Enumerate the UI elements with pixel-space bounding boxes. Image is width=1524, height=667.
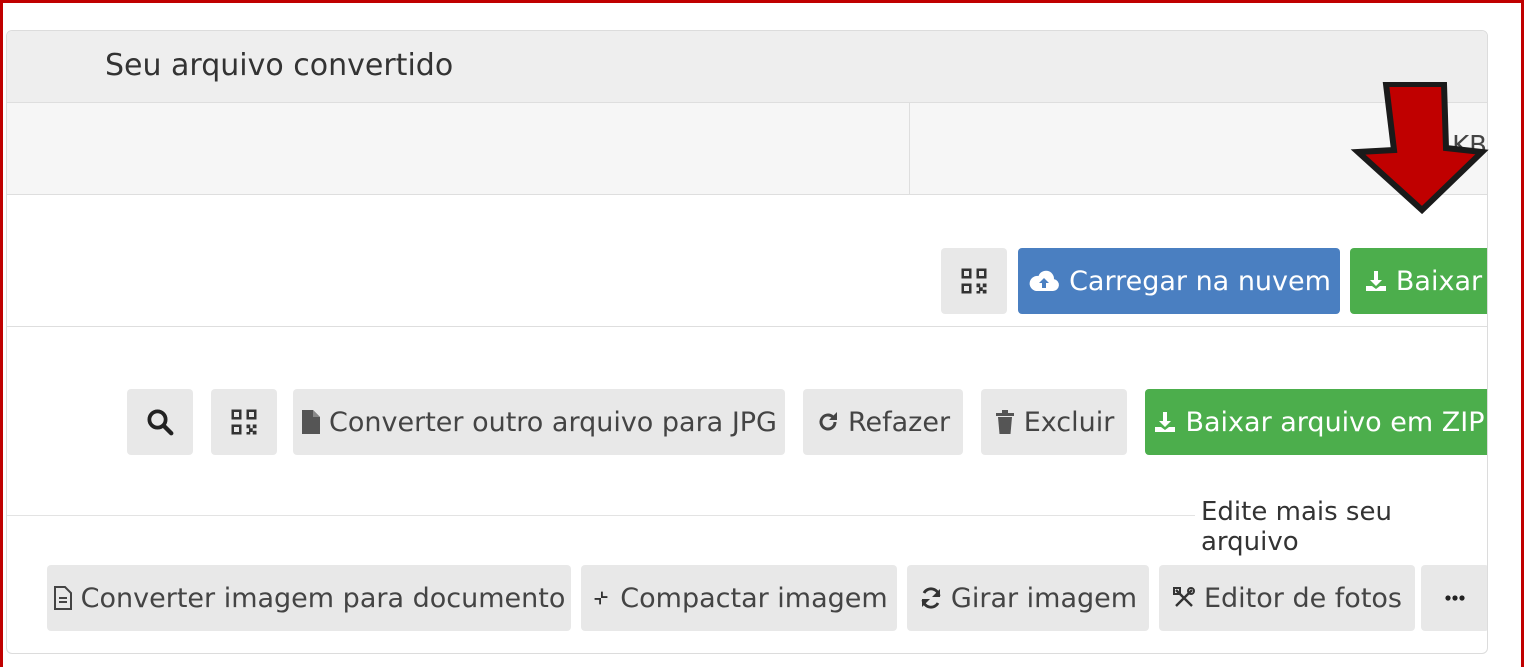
- column-divider: [909, 103, 910, 194]
- convert-other-file-label: Converter outro arquivo para JPG: [329, 406, 777, 438]
- more-tools-button[interactable]: [1421, 565, 1487, 631]
- qr-code-icon: [959, 266, 989, 296]
- document-icon: [53, 586, 73, 610]
- upload-to-cloud-button[interactable]: Carregar na nuvem: [1018, 248, 1340, 314]
- file-icon: [301, 410, 321, 434]
- download-icon: [1153, 410, 1177, 434]
- more-icon: [1443, 586, 1467, 610]
- qr-code-icon: [229, 407, 259, 437]
- edit-tool-button[interactable]: Editor de fotos: [1159, 565, 1415, 631]
- search-button[interactable]: [127, 389, 193, 455]
- cloud-upload-icon: [1027, 269, 1061, 293]
- search-icon: [145, 407, 175, 437]
- download-icon: [1364, 269, 1388, 293]
- qr-code-button[interactable]: [941, 248, 1007, 314]
- edit-tool-button[interactable]: Compactar imagem: [581, 565, 897, 631]
- panel-title: Seu arquivo convertido: [105, 48, 454, 83]
- delete-label: Excluir: [1023, 406, 1115, 438]
- edit-tool-label: Converter imagem para documento: [80, 582, 566, 614]
- edit-tool-button[interactable]: Converter imagem para documento: [47, 565, 571, 631]
- convert-other-file-button[interactable]: Converter outro arquivo para JPG: [293, 389, 785, 455]
- edit-tool-label: Compactar imagem: [620, 582, 888, 614]
- compress-icon: [590, 586, 612, 610]
- file-actions-row: Carregar na nuvem Baixar: [7, 195, 1487, 327]
- redo-button[interactable]: Refazer: [803, 389, 963, 455]
- edit-tool-button[interactable]: Girar imagem: [907, 565, 1149, 631]
- redo-icon: [816, 410, 840, 434]
- edit-section-divider: [7, 515, 1195, 516]
- download-label: Baixar: [1395, 265, 1483, 297]
- rotate-icon: [919, 586, 943, 610]
- edit-tool-label: Girar imagem: [950, 582, 1138, 614]
- tools-icon: [1172, 586, 1196, 610]
- file-row: 9 KB: [7, 103, 1487, 195]
- trash-icon: [994, 410, 1016, 434]
- panel-header: Seu arquivo convertido: [7, 31, 1487, 103]
- edit-tool-label: Editor de fotos: [1203, 582, 1403, 614]
- delete-button[interactable]: Excluir: [981, 389, 1127, 455]
- upload-to-cloud-label: Carregar na nuvem: [1069, 265, 1331, 297]
- qr-code-button-secondary[interactable]: [211, 389, 277, 455]
- download-zip-button[interactable]: Baixar arquivo em ZIP: [1145, 389, 1487, 455]
- download-zip-label: Baixar arquivo em ZIP: [1185, 406, 1485, 438]
- edit-section-label: Edite mais seu arquivo: [1201, 497, 1392, 557]
- converted-file-panel: Seu arquivo convertido 9 KB Carregar na …: [6, 30, 1488, 654]
- redo-label: Refazer: [847, 406, 951, 438]
- download-button[interactable]: Baixar: [1350, 248, 1487, 314]
- download-pointer-arrow-icon: [1350, 82, 1489, 214]
